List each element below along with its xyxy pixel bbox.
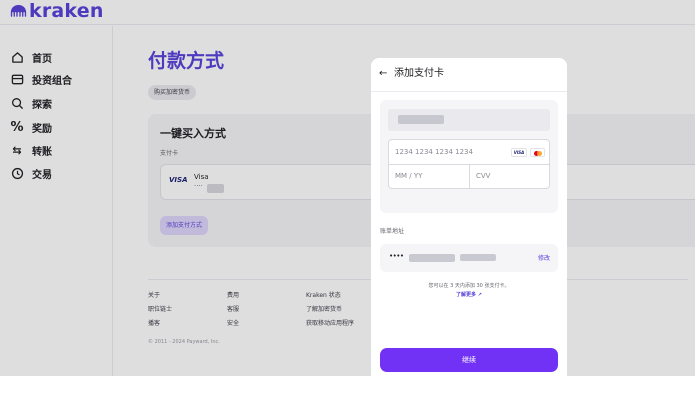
input-divider bbox=[469, 164, 470, 189]
modal-title: 添加支付卡 bbox=[394, 68, 444, 79]
billing-dots: •••• bbox=[389, 252, 404, 260]
expiry-input[interactable]: MM / YY bbox=[395, 172, 422, 180]
billing-address-row: •••• 修改 bbox=[380, 244, 558, 272]
continue-button[interactable]: 继续 bbox=[380, 348, 558, 372]
edit-billing-button[interactable]: 修改 bbox=[538, 253, 550, 262]
card-entry-panel: 1234 1234 1234 1234 VISA MM / YY CVV bbox=[380, 100, 558, 213]
card-limit-note: 您可以在 3 天内添加 30 张支付卡。 bbox=[428, 283, 510, 289]
redacted-address bbox=[409, 254, 455, 262]
learn-more-link[interactable]: 了解更多 ↗ bbox=[371, 291, 567, 299]
mastercard-brand-icon bbox=[530, 148, 545, 157]
redacted-address bbox=[460, 254, 496, 261]
redacted-cardholder-name bbox=[398, 115, 444, 124]
visa-brand-icon: VISA bbox=[511, 148, 527, 157]
add-card-modal: ← 添加支付卡 1234 1234 1234 1234 VISA MM / YY… bbox=[371, 58, 567, 376]
bottom-strip bbox=[0, 376, 695, 394]
card-details-input: 1234 1234 1234 1234 VISA MM / YY CVV bbox=[388, 139, 550, 189]
modal-header: ← 添加支付卡 bbox=[371, 58, 567, 92]
billing-address-label: 账单地址 bbox=[380, 228, 405, 235]
cvv-input[interactable]: CVV bbox=[476, 172, 490, 180]
back-arrow-icon[interactable]: ← bbox=[379, 68, 387, 80]
modal-backdrop[interactable] bbox=[0, 0, 695, 376]
cardholder-name-field[interactable] bbox=[388, 109, 550, 131]
card-number-input[interactable]: 1234 1234 1234 1234 bbox=[395, 148, 473, 156]
